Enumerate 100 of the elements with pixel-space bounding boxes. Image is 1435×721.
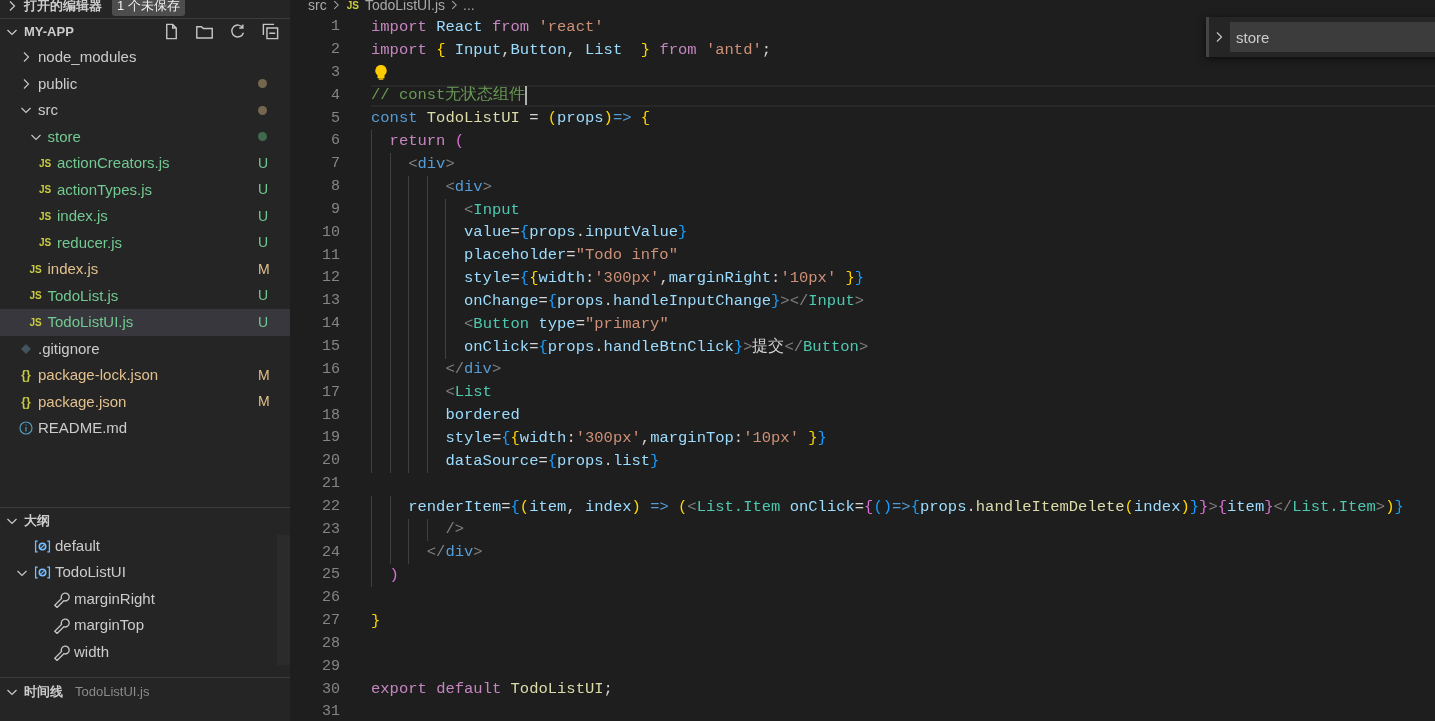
file-name[interactable]: package.json (38, 390, 254, 413)
code-comment: // const无状态组件 (371, 84, 526, 107)
file-name[interactable]: actionCreators.js (57, 152, 254, 175)
line-number: 27 (321, 611, 340, 632)
tree-item[interactable]: README.md (0, 415, 290, 442)
git-status: U (258, 180, 268, 200)
breadcrumb-item[interactable]: ... (463, 0, 475, 16)
line-number: 10 (321, 222, 340, 243)
line-number: 18 (321, 405, 340, 426)
file-name[interactable]: public (38, 72, 254, 95)
tree-item[interactable]: {} package-lock.json M (0, 362, 290, 389)
js-file-icon: JS (37, 208, 53, 224)
wrench-icon (52, 642, 70, 661)
file-name[interactable]: store (47, 125, 254, 148)
file-name[interactable]: src (38, 99, 254, 122)
code-line: } (371, 610, 381, 632)
code-line: /> (444, 519, 464, 541)
tree-item[interactable]: JS index.js M (0, 256, 290, 283)
git-status: U (258, 312, 268, 332)
file-name[interactable]: node_modules (38, 46, 268, 69)
tree-item[interactable]: src (0, 97, 290, 124)
outline-item[interactable]: marginRight (0, 585, 276, 613)
tree-item[interactable]: JS TodoList.js U (0, 282, 290, 309)
json-file-icon: {} (18, 366, 34, 385)
file-name[interactable]: README.md (38, 417, 268, 440)
code-line: onClick={props.handleBtnClick}>提交</Button> (463, 336, 869, 358)
file-name[interactable]: index.js (47, 258, 254, 281)
breadcrumb-item[interactable]: src (308, 0, 327, 16)
code-line: return ( (388, 131, 465, 152)
code-line: import { Input,Button, List } from 'antd'; (371, 39, 772, 61)
file-name[interactable]: index.js (57, 205, 254, 228)
text-cursor (525, 86, 528, 106)
code-line: dataSource={props.list} (444, 450, 660, 472)
code-line: import React from 'react' (371, 16, 604, 38)
breadcrumb-item[interactable]: TodoListUI.js (364, 0, 446, 16)
lightbulb-icon[interactable] (372, 64, 390, 83)
tree-item[interactable]: public (0, 70, 290, 97)
tree-item[interactable]: JS actionTypes.js U (0, 176, 290, 203)
line-number: 3 (330, 62, 340, 83)
code-line: <div> (444, 176, 492, 198)
section-title: 时间线 (24, 682, 63, 701)
git-status: M (258, 365, 268, 385)
tree-item[interactable]: {} package.json M (0, 388, 290, 415)
outline-label[interactable]: TodoListUI (55, 561, 126, 584)
line-number: 24 (321, 542, 340, 563)
code-line: const TodoListUI = (props)=> { (371, 108, 651, 130)
line-number: 8 (330, 177, 340, 198)
find-input[interactable]: store (1230, 22, 1435, 52)
file-name[interactable]: package-lock.json (38, 364, 254, 387)
line-number: 2 (330, 40, 340, 60)
json-file-icon: {} (18, 392, 34, 411)
collapse-all-icon[interactable] (261, 22, 280, 41)
outline-item[interactable]: default (0, 533, 276, 560)
code-line: style={{width:'300px',marginTop:'10px' }} (444, 428, 827, 449)
code-line: bordered (444, 405, 520, 427)
code-line: <Input (463, 199, 520, 221)
line-number: 11 (321, 245, 340, 266)
line-number: 19 (321, 428, 340, 449)
outline-label[interactable]: marginTop (74, 614, 145, 637)
tree-item[interactable]: .gitignore (0, 335, 290, 362)
js-file-icon: JS (27, 314, 44, 330)
code-line: </div> (444, 359, 502, 381)
code-line: value={props.inputValue} (463, 222, 688, 244)
code-line: placeholder="Todo info" (463, 245, 678, 267)
file-name[interactable]: TodoListUI.js (47, 311, 254, 334)
tree-item[interactable]: JS reducer.js U (0, 229, 290, 256)
line-number: 14 (321, 314, 340, 335)
line-number: 13 (321, 291, 340, 312)
tree-item[interactable]: store (0, 123, 290, 150)
unsaved-badge: 1 个未保存 (112, 0, 185, 16)
section-title: 大纲 (24, 511, 50, 530)
line-number: 5 (330, 108, 340, 129)
outline-label[interactable]: default (55, 534, 101, 558)
outline-item[interactable]: TodoListUI (0, 559, 276, 586)
line-number: 20 (321, 451, 340, 472)
git-status: U (258, 153, 268, 173)
code-line: <div> (407, 153, 455, 175)
line-number: 17 (321, 382, 340, 403)
line-number: 31 (321, 702, 340, 721)
timeline-file: TodoListUI.js (75, 682, 150, 701)
outline-item[interactable]: marginTop (0, 612, 276, 639)
line-number: 23 (321, 519, 340, 540)
file-name[interactable]: .gitignore (38, 337, 268, 360)
tree-item[interactable]: JS actionCreators.js U (0, 150, 290, 177)
outline-label[interactable]: width (74, 640, 110, 663)
code-line: export default TodoListUI; (371, 679, 613, 701)
line-number: 25 (321, 565, 340, 586)
tree-item[interactable]: node_modules (0, 44, 290, 71)
tree-item[interactable]: JS TodoListUI.js U (0, 309, 290, 336)
file-name[interactable]: actionTypes.js (57, 178, 254, 201)
line-number: 1 (330, 17, 340, 38)
file-name[interactable]: reducer.js (57, 231, 254, 254)
outline-item[interactable]: width (0, 638, 276, 665)
line-number: 6 (330, 131, 340, 152)
outline-label[interactable]: marginRight (74, 587, 155, 611)
refresh-icon[interactable] (228, 22, 247, 41)
info-icon (18, 420, 34, 437)
file-name[interactable]: TodoList.js (47, 284, 254, 307)
line-number: 9 (330, 199, 340, 220)
tree-item[interactable]: JS index.js U (0, 203, 290, 230)
